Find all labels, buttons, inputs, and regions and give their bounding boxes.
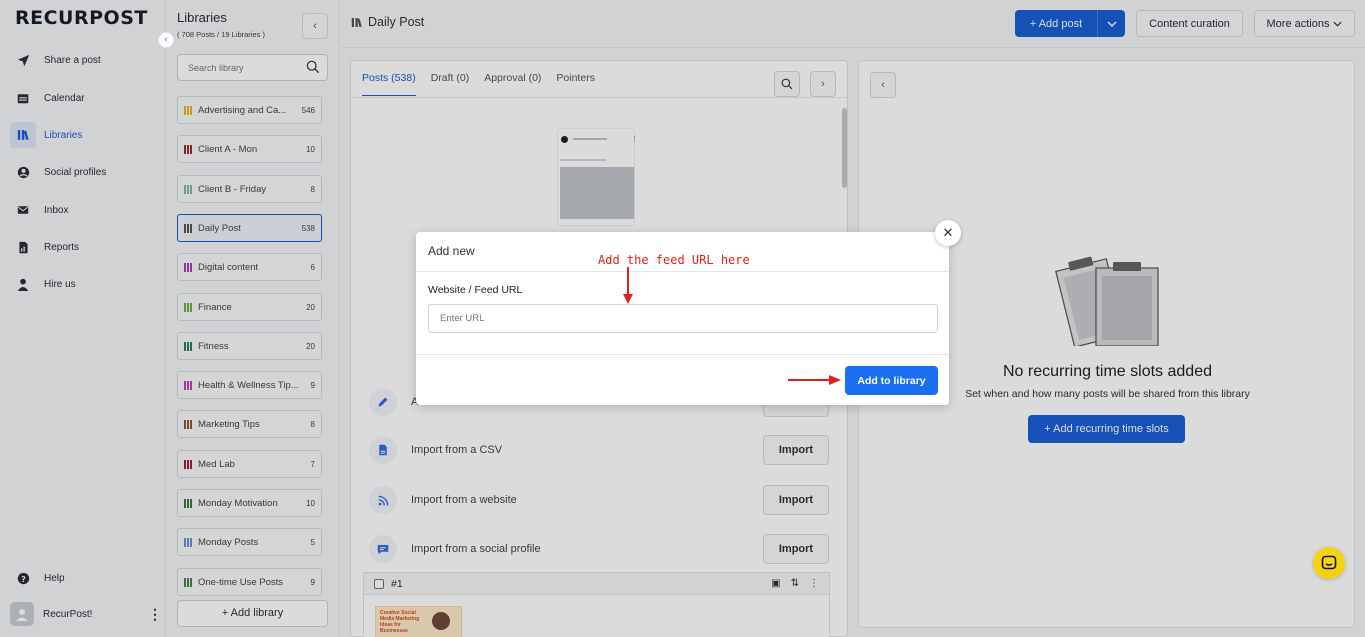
modal-title: Add new (428, 244, 475, 258)
annotation-arrow-right-icon (788, 375, 841, 385)
chat-support-button[interactable] (1313, 547, 1345, 579)
annotation-arrow-down-icon (623, 267, 633, 304)
close-icon[interactable]: ✕ (935, 220, 961, 246)
chat-icon (1321, 555, 1337, 570)
modal-footer-divider (416, 354, 949, 355)
feed-url-input[interactable] (428, 304, 938, 333)
add-to-library-button[interactable]: Add to library (845, 366, 938, 395)
modal-header-divider (416, 271, 949, 272)
feed-url-label: Website / Feed URL (428, 284, 523, 296)
collapse-nav-chevron-icon[interactable]: ‹ (158, 32, 174, 48)
annotation-text: Add the feed URL here (598, 253, 750, 267)
